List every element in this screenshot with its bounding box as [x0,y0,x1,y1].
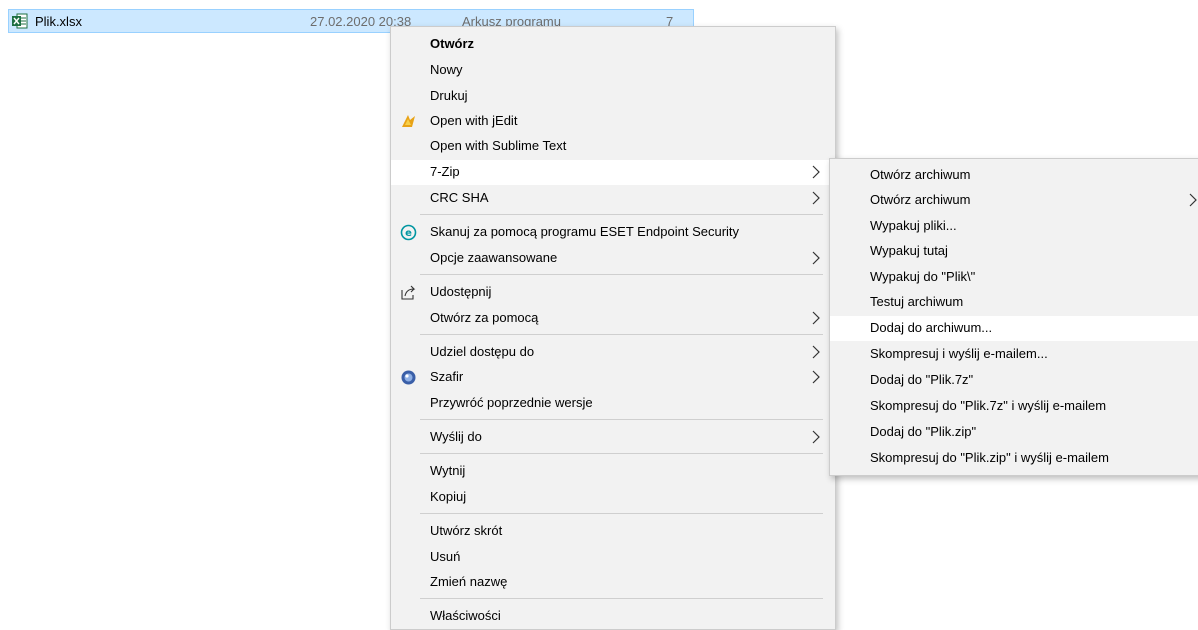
submenu-item-label: Wypakuj do "Plik\" [870,269,976,284]
menu-item-label: Właściwości [430,608,501,623]
submenu-item-test-archive[interactable]: Testuj archiwum [830,290,1198,315]
submenu-item-extract-here[interactable]: Wypakuj tutaj [830,239,1198,264]
menu-item-give-access[interactable]: Udziel dostępu do [391,340,835,365]
menu-item-label: Open with jEdit [430,113,518,128]
menu-separator [420,274,823,275]
menu-item-open[interactable]: Otwórz [391,32,835,57]
submenu-item-label: Skompresuj do "Plik.7z" i wyślij e-maile… [870,398,1107,413]
menu-item-copy[interactable]: Kopiuj [391,485,835,510]
chevron-right-icon [812,345,820,359]
submenu-item-label: Dodaj do archiwum... [870,320,993,335]
menu-item-7zip[interactable]: 7-Zip [391,160,835,185]
menu-item-share[interactable]: Udostępnij [391,280,835,305]
menu-item-eset-scan[interactable]: e Skanuj za pomocą programu ESET Endpoin… [391,220,835,245]
menu-item-open-with[interactable]: Otwórz za pomocą [391,306,835,331]
menu-item-szafir[interactable]: Szafir [391,365,835,390]
menu-item-create-shortcut[interactable]: Utwórz skrót [391,519,835,544]
menu-item-send-to[interactable]: Wyślij do [391,425,835,450]
submenu-item-label: Otwórz archiwum [870,192,971,207]
chevron-right-icon [1189,193,1197,207]
menu-item-rename[interactable]: Zmień nazwę [391,570,835,595]
submenu-item-label: Skompresuj i wyślij e-mailem... [870,346,1048,361]
menu-item-label: Kopiuj [430,489,467,504]
menu-separator [420,214,823,215]
submenu-item-add-to-zip[interactable]: Dodaj do "Plik.zip" [830,420,1198,445]
menu-item-label: Wytnij [430,463,466,478]
menu-separator [420,334,823,335]
menu-item-advanced-options[interactable]: Opcje zaawansowane [391,246,835,271]
submenu-item-compress-zip-email[interactable]: Skompresuj do "Plik.zip" i wyślij e-mail… [830,446,1198,471]
submenu-item-open-archive[interactable]: Otwórz archiwum [830,163,1198,188]
chevron-right-icon [812,191,820,205]
excel-file-icon [12,13,28,29]
submenu-item-open-archive-more[interactable]: Otwórz archiwum [830,188,1198,213]
submenu-item-label: Dodaj do "Plik.7z" [870,372,974,387]
menu-item-label: Otwórz za pomocą [430,310,539,325]
menu-item-label: Drukuj [430,88,468,103]
submenu-item-label: Otwórz archiwum [870,167,971,182]
submenu-item-label: Wypakuj pliki... [870,218,957,233]
menu-item-label: CRC SHA [430,190,489,205]
menu-item-print[interactable]: Drukuj [391,84,835,109]
menu-item-open-with-sublime[interactable]: Open with Sublime Text [391,134,835,159]
menu-item-label: Szafir [430,369,464,384]
submenu-item-label: Testuj archiwum [870,294,964,309]
menu-item-label: Udziel dostępu do [430,344,535,359]
szafir-icon [401,370,416,385]
menu-separator [420,419,823,420]
submenu-item-extract-files[interactable]: Wypakuj pliki... [830,214,1198,239]
menu-item-open-with-jedit[interactable]: Open with jEdit [391,109,835,134]
menu-item-properties[interactable]: Właściwości [391,604,835,629]
jedit-icon [402,115,415,127]
menu-separator [420,598,823,599]
submenu-7zip: Otwórz archiwum Otwórz archiwum Wypakuj … [829,158,1198,476]
chevron-right-icon [812,370,820,384]
menu-item-cut[interactable]: Wytnij [391,459,835,484]
submenu-item-compress-and-email[interactable]: Skompresuj i wyślij e-mailem... [830,342,1198,367]
menu-separator [420,513,823,514]
menu-item-label: Wyślij do [430,429,482,444]
menu-item-crc-sha[interactable]: CRC SHA [391,186,835,211]
menu-item-label: Nowy [430,62,463,77]
eset-icon: e [400,224,417,241]
menu-item-label: Skanuj za pomocą programu ESET Endpoint … [430,224,740,239]
menu-item-label: Zmień nazwę [430,574,508,589]
submenu-item-compress-7z-email[interactable]: Skompresuj do "Plik.7z" i wyślij e-maile… [830,394,1198,419]
chevron-right-icon [812,430,820,444]
menu-separator [420,453,823,454]
submenu-item-label: Dodaj do "Plik.zip" [870,424,977,439]
chevron-right-icon [812,311,820,325]
menu-item-label: Udostępnij [430,284,492,299]
menu-item-delete[interactable]: Usuń [391,545,835,570]
menu-item-label: 7-Zip [430,164,460,179]
share-icon [401,285,416,300]
menu-item-label: Usuń [430,549,461,564]
submenu-item-add-to-7z[interactable]: Dodaj do "Plik.7z" [830,368,1198,393]
svg-text:e: e [405,228,412,239]
menu-item-label: Przywróć poprzednie wersje [430,395,593,410]
menu-item-label: Otwórz [430,36,475,51]
submenu-item-label: Skompresuj do "Plik.zip" i wyślij e-mail… [870,450,1109,465]
file-name: Plik.xlsx [35,14,82,29]
menu-item-label: Open with Sublime Text [430,138,567,153]
context-menu: Otwórz Nowy Drukuj Open with jEdit Open … [390,26,836,630]
menu-item-restore-previous-versions[interactable]: Przywróć poprzednie wersje [391,391,835,416]
submenu-item-extract-to-folder[interactable]: Wypakuj do "Plik\" [830,265,1198,290]
chevron-right-icon [812,251,820,265]
menu-item-label: Opcje zaawansowane [430,250,558,265]
menu-item-label: Utwórz skrót [430,523,503,538]
menu-item-new[interactable]: Nowy [391,58,835,83]
submenu-item-label: Wypakuj tutaj [870,243,948,258]
submenu-item-add-to-archive[interactable]: Dodaj do archiwum... [830,316,1198,341]
chevron-right-icon [812,165,820,179]
